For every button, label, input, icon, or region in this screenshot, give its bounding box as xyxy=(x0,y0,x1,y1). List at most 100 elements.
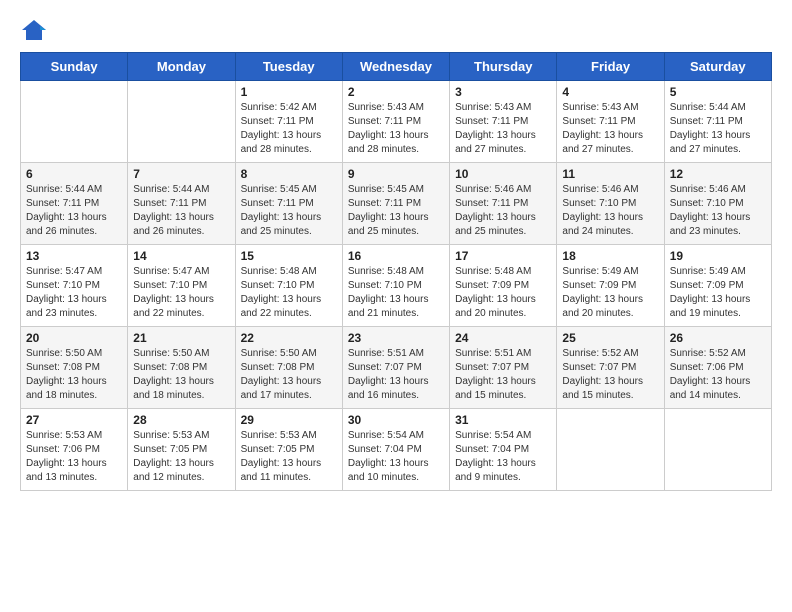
calendar-cell: 20 Sunrise: 5:50 AM Sunset: 7:08 PM Dayli… xyxy=(21,327,128,409)
day-number: 6 xyxy=(26,167,122,181)
day-detail: Sunrise: 5:48 AM Sunset: 7:09 PM Dayligh… xyxy=(455,265,551,321)
day-number: 18 xyxy=(562,249,658,263)
calendar-table: SundayMondayTuesdayWednesdayThursdayFrid… xyxy=(20,52,772,491)
day-number: 2 xyxy=(348,85,444,99)
day-number: 27 xyxy=(26,413,122,427)
day-detail: Sunrise: 5:43 AM Sunset: 7:11 PM Dayligh… xyxy=(455,101,551,157)
day-number: 1 xyxy=(241,85,337,99)
day-detail: Sunrise: 5:49 AM Sunset: 7:09 PM Dayligh… xyxy=(670,265,766,321)
calendar-cell: 29 Sunrise: 5:53 AM Sunset: 7:05 PM Dayli… xyxy=(235,409,342,491)
logo xyxy=(20,16,52,44)
day-detail: Sunrise: 5:52 AM Sunset: 7:06 PM Dayligh… xyxy=(670,347,766,403)
day-number: 16 xyxy=(348,249,444,263)
calendar-cell: 10 Sunrise: 5:46 AM Sunset: 7:11 PM Dayli… xyxy=(450,163,557,245)
calendar-cell: 31Sunrise: 5:54 AM Sunset: 7:04 PM Dayli… xyxy=(450,409,557,491)
calendar-week-row: 20 Sunrise: 5:50 AM Sunset: 7:08 PM Dayli… xyxy=(21,327,772,409)
day-number: 7 xyxy=(133,167,229,181)
calendar-cell xyxy=(21,81,128,163)
day-detail: Sunrise: 5:45 AM Sunset: 7:11 PM Dayligh… xyxy=(241,183,337,239)
calendar-cell: 1 Sunrise: 5:42 AM Sunset: 7:11 PM Daylig… xyxy=(235,81,342,163)
day-detail: Sunrise: 5:49 AM Sunset: 7:09 PM Dayligh… xyxy=(562,265,658,321)
day-detail: Sunrise: 5:44 AM Sunset: 7:11 PM Dayligh… xyxy=(133,183,229,239)
weekday-header: Thursday xyxy=(450,53,557,81)
header xyxy=(20,16,772,44)
day-number: 4 xyxy=(562,85,658,99)
day-detail: Sunrise: 5:52 AM Sunset: 7:07 PM Dayligh… xyxy=(562,347,658,403)
calendar-week-row: 13 Sunrise: 5:47 AM Sunset: 7:10 PM Dayli… xyxy=(21,245,772,327)
day-detail: Sunrise: 5:54 AM Sunset: 7:04 PM Dayligh… xyxy=(455,429,551,485)
day-number: 23 xyxy=(348,331,444,345)
day-number: 28 xyxy=(133,413,229,427)
calendar-cell: 23 Sunrise: 5:51 AM Sunset: 7:07 PM Dayli… xyxy=(342,327,449,409)
day-detail: Sunrise: 5:45 AM Sunset: 7:11 PM Dayligh… xyxy=(348,183,444,239)
day-number: 20 xyxy=(26,331,122,345)
day-detail: Sunrise: 5:42 AM Sunset: 7:11 PM Dayligh… xyxy=(241,101,337,157)
day-number: 30 xyxy=(348,413,444,427)
calendar-cell: 30 Sunrise: 5:54 AM Sunset: 7:04 PM Dayli… xyxy=(342,409,449,491)
page: SundayMondayTuesdayWednesdayThursdayFrid… xyxy=(0,0,792,612)
calendar-cell: 15 Sunrise: 5:48 AM Sunset: 7:10 PM Dayli… xyxy=(235,245,342,327)
weekday-header: Friday xyxy=(557,53,664,81)
day-detail: Sunrise: 5:43 AM Sunset: 7:11 PM Dayligh… xyxy=(348,101,444,157)
calendar-cell: 3 Sunrise: 5:43 AM Sunset: 7:11 PM Daylig… xyxy=(450,81,557,163)
day-detail: Sunrise: 5:48 AM Sunset: 7:10 PM Dayligh… xyxy=(241,265,337,321)
calendar-cell: 14 Sunrise: 5:47 AM Sunset: 7:10 PM Dayli… xyxy=(128,245,235,327)
calendar-cell xyxy=(557,409,664,491)
calendar-cell: 12 Sunrise: 5:46 AM Sunset: 7:10 PM Dayli… xyxy=(664,163,771,245)
day-detail: Sunrise: 5:51 AM Sunset: 7:07 PM Dayligh… xyxy=(348,347,444,403)
day-number: 14 xyxy=(133,249,229,263)
day-number: 8 xyxy=(241,167,337,181)
calendar-cell: 9Sunrise: 5:45 AM Sunset: 7:11 PM Daylig… xyxy=(342,163,449,245)
calendar-cell: 5 Sunrise: 5:44 AM Sunset: 7:11 PM Daylig… xyxy=(664,81,771,163)
day-number: 21 xyxy=(133,331,229,345)
day-number: 24 xyxy=(455,331,551,345)
weekday-header: Monday xyxy=(128,53,235,81)
day-number: 29 xyxy=(241,413,337,427)
calendar-week-row: 6 Sunrise: 5:44 AM Sunset: 7:11 PM Daylig… xyxy=(21,163,772,245)
calendar-cell: 8 Sunrise: 5:45 AM Sunset: 7:11 PM Daylig… xyxy=(235,163,342,245)
day-number: 11 xyxy=(562,167,658,181)
day-detail: Sunrise: 5:44 AM Sunset: 7:11 PM Dayligh… xyxy=(670,101,766,157)
weekday-header: Tuesday xyxy=(235,53,342,81)
day-detail: Sunrise: 5:46 AM Sunset: 7:10 PM Dayligh… xyxy=(562,183,658,239)
day-number: 15 xyxy=(241,249,337,263)
calendar-week-row: 1 Sunrise: 5:42 AM Sunset: 7:11 PM Daylig… xyxy=(21,81,772,163)
calendar-cell: 18 Sunrise: 5:49 AM Sunset: 7:09 PM Dayli… xyxy=(557,245,664,327)
day-detail: Sunrise: 5:50 AM Sunset: 7:08 PM Dayligh… xyxy=(133,347,229,403)
day-detail: Sunrise: 5:48 AM Sunset: 7:10 PM Dayligh… xyxy=(348,265,444,321)
day-number: 13 xyxy=(26,249,122,263)
day-number: 3 xyxy=(455,85,551,99)
day-detail: Sunrise: 5:53 AM Sunset: 7:06 PM Dayligh… xyxy=(26,429,122,485)
day-detail: Sunrise: 5:43 AM Sunset: 7:11 PM Dayligh… xyxy=(562,101,658,157)
day-detail: Sunrise: 5:50 AM Sunset: 7:08 PM Dayligh… xyxy=(26,347,122,403)
day-number: 10 xyxy=(455,167,551,181)
calendar-cell xyxy=(664,409,771,491)
logo-icon xyxy=(20,16,48,44)
calendar-cell: 16 Sunrise: 5:48 AM Sunset: 7:10 PM Dayli… xyxy=(342,245,449,327)
calendar-cell: 19 Sunrise: 5:49 AM Sunset: 7:09 PM Dayli… xyxy=(664,245,771,327)
day-number: 19 xyxy=(670,249,766,263)
day-detail: Sunrise: 5:46 AM Sunset: 7:11 PM Dayligh… xyxy=(455,183,551,239)
day-number: 17 xyxy=(455,249,551,263)
day-number: 5 xyxy=(670,85,766,99)
day-detail: Sunrise: 5:47 AM Sunset: 7:10 PM Dayligh… xyxy=(26,265,122,321)
day-number: 12 xyxy=(670,167,766,181)
day-number: 25 xyxy=(562,331,658,345)
day-detail: Sunrise: 5:53 AM Sunset: 7:05 PM Dayligh… xyxy=(133,429,229,485)
day-detail: Sunrise: 5:44 AM Sunset: 7:11 PM Dayligh… xyxy=(26,183,122,239)
calendar-header-row: SundayMondayTuesdayWednesdayThursdayFrid… xyxy=(21,53,772,81)
calendar-cell: 11 Sunrise: 5:46 AM Sunset: 7:10 PM Dayli… xyxy=(557,163,664,245)
day-detail: Sunrise: 5:54 AM Sunset: 7:04 PM Dayligh… xyxy=(348,429,444,485)
day-detail: Sunrise: 5:53 AM Sunset: 7:05 PM Dayligh… xyxy=(241,429,337,485)
day-detail: Sunrise: 5:50 AM Sunset: 7:08 PM Dayligh… xyxy=(241,347,337,403)
day-detail: Sunrise: 5:46 AM Sunset: 7:10 PM Dayligh… xyxy=(670,183,766,239)
calendar-cell: 22 Sunrise: 5:50 AM Sunset: 7:08 PM Dayli… xyxy=(235,327,342,409)
calendar-cell: 4 Sunrise: 5:43 AM Sunset: 7:11 PM Daylig… xyxy=(557,81,664,163)
calendar-cell xyxy=(128,81,235,163)
day-detail: Sunrise: 5:47 AM Sunset: 7:10 PM Dayligh… xyxy=(133,265,229,321)
calendar-cell: 13 Sunrise: 5:47 AM Sunset: 7:10 PM Dayli… xyxy=(21,245,128,327)
day-number: 22 xyxy=(241,331,337,345)
calendar-cell: 17 Sunrise: 5:48 AM Sunset: 7:09 PM Dayli… xyxy=(450,245,557,327)
calendar-week-row: 27 Sunrise: 5:53 AM Sunset: 7:06 PM Dayli… xyxy=(21,409,772,491)
day-detail: Sunrise: 5:51 AM Sunset: 7:07 PM Dayligh… xyxy=(455,347,551,403)
